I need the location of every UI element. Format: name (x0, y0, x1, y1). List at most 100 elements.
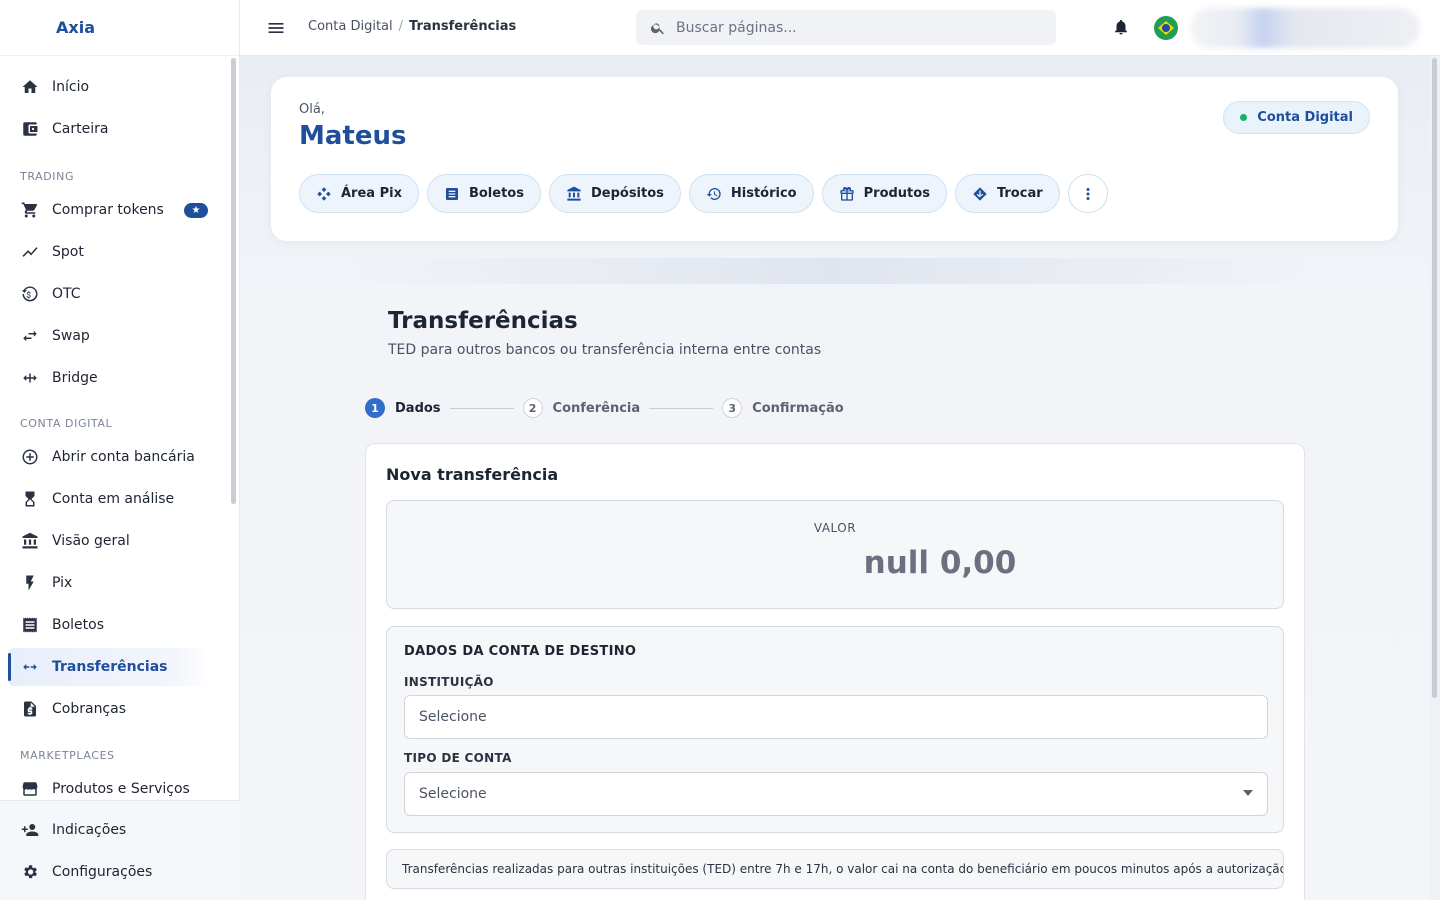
sidebar-item-cobrancas[interactable]: Cobranças (8, 690, 212, 728)
button-label: Produtos (863, 186, 930, 201)
page-title: Transferências (388, 308, 578, 334)
status-dot (1240, 114, 1248, 121)
cart-icon (20, 200, 40, 220)
sidebar-item-label: Conta em análise (52, 491, 175, 507)
sidebar-item-configuracoes[interactable]: Configurações (8, 853, 212, 891)
swap-arrows-icon (20, 326, 40, 346)
sidebar-item-transferencias[interactable]: Transferências (8, 648, 212, 686)
sidebar-item-label: Comprar tokens (52, 202, 164, 218)
value-label: VALOR (813, 521, 857, 535)
account-type-label: TIPO DE CONTA (404, 751, 512, 765)
more-vertical-icon (1086, 187, 1090, 200)
sidebar-item-boletos[interactable]: Boletos (8, 606, 212, 644)
sidebar-item-label: Carteira (52, 121, 109, 137)
produtos-button[interactable]: Produtos (821, 174, 947, 213)
sidebar-item-label: Visão geral (52, 533, 130, 549)
sidebar-item-label: Cobranças (52, 701, 127, 717)
sidebar-item-label: Swap (52, 328, 90, 344)
person-add-icon (20, 820, 40, 840)
step-label-conferencia: Conferência (552, 400, 641, 416)
sidebar-item-visao-geral[interactable]: Visão geral (8, 522, 212, 560)
area-pix-button[interactable]: Área Pix (299, 174, 419, 213)
exchange-icon (973, 186, 987, 201)
sidebar-item-label: Produtos e Serviços (52, 781, 190, 797)
breadcrumb-item[interactable]: Conta Digital (308, 19, 393, 34)
brand-logo[interactable]: Axia (0, 0, 239, 56)
button-label: Boletos (468, 186, 524, 201)
trend-icon (20, 242, 40, 262)
sidebar-item-label: OTC (52, 286, 81, 302)
sidebar-item-indicacoes[interactable]: Indicações (8, 811, 212, 849)
sidebar-item-bridge[interactable]: Bridge (8, 359, 212, 397)
sidebar-item-spot[interactable]: Spot (8, 233, 212, 271)
menu-icon[interactable] (266, 18, 286, 38)
bank-icon (567, 186, 581, 201)
sidebar-item-abrir-conta[interactable]: Abrir conta bancária (8, 438, 212, 476)
transfer-icon (20, 657, 40, 677)
boletos-button[interactable]: Boletos (426, 174, 541, 213)
account-status-badge[interactable]: Conta Digital (1223, 101, 1370, 134)
trocar-button[interactable]: Trocar (954, 174, 1060, 213)
receipt-icon (445, 187, 458, 200)
sidebar-scrollbar[interactable] (231, 58, 236, 504)
sidebar-item-label: Indicações (52, 822, 127, 838)
status-label: Conta Digital (1257, 110, 1353, 125)
step-label-dados: Dados (395, 400, 441, 416)
plus-circle-icon (20, 447, 40, 467)
button-label: Depósitos (590, 186, 664, 201)
bolt-icon (20, 573, 40, 593)
sidebar-item-conta-analise[interactable]: Conta em análise (8, 480, 212, 518)
sidebar-item-label: Pix (52, 575, 73, 591)
receipt-icon (20, 615, 40, 635)
section-title-marketplaces: MARKETPLACES (20, 749, 115, 762)
main-scrollbar[interactable] (1432, 58, 1437, 698)
value-amount[interactable]: null 0,00 (387, 545, 1283, 581)
wallet-icon (20, 119, 40, 139)
store-icon (20, 779, 40, 799)
sidebar-item-swap[interactable]: Swap (8, 317, 212, 355)
home-icon (20, 77, 40, 97)
user-name: Mateus (299, 121, 407, 151)
sidebar-item-label: Início (52, 79, 90, 95)
button-label: Trocar (996, 186, 1043, 201)
breadcrumb-current: Transferências (409, 19, 517, 34)
sidebar-item-produtos-servicos[interactable]: Produtos e Serviços (8, 770, 212, 800)
bell-icon[interactable] (1112, 18, 1132, 38)
brand-name: Axia (56, 18, 95, 37)
bridge-arrows-icon (20, 368, 40, 388)
value-box[interactable]: VALOR null 0,00 (386, 500, 1284, 609)
button-label: Área Pix (341, 186, 402, 201)
sidebar-item-comprar-tokens[interactable]: Comprar tokens ★ (8, 191, 212, 229)
button-label: Histórico (730, 186, 797, 201)
depositos-button[interactable]: Depósitos (548, 174, 681, 213)
user-menu[interactable] (1190, 8, 1420, 48)
sidebar-nav: Início Carteira TRADING Comprar tokens ★… (0, 56, 228, 800)
step-number: 1 (365, 398, 385, 418)
institution-input[interactable] (404, 695, 1268, 739)
topbar: Conta Digital / Transferências (240, 0, 1440, 56)
account-hero-card: Olá, Mateus Conta Digital Área Pix Bolet… (271, 77, 1398, 241)
star-badge: ★ (184, 202, 208, 218)
quick-actions: Área Pix Boletos Depósitos Histórico Pro… (299, 174, 1108, 213)
main-content: Olá, Mateus Conta Digital Área Pix Bolet… (240, 56, 1430, 900)
sidebar-item-label: Boletos (52, 617, 105, 633)
gear-icon (20, 862, 40, 882)
sidebar-item-otc[interactable]: OTC (8, 275, 212, 313)
sidebar-item-label: Transferências (52, 659, 168, 675)
sidebar-item-pix[interactable]: Pix (8, 564, 212, 602)
brazil-flag-icon[interactable] (1154, 16, 1178, 40)
pix-icon (317, 186, 331, 201)
historico-button[interactable]: Histórico (688, 174, 814, 213)
step-number: 3 (722, 398, 743, 418)
search-input[interactable] (676, 19, 1036, 36)
sidebar-item-inicio[interactable]: Início (8, 68, 212, 106)
sidebar: Axia Início Carteira TRADING Comprar tok… (0, 0, 240, 900)
account-type-select[interactable]: Selecione (404, 772, 1268, 816)
chevron-down-icon (1243, 790, 1253, 796)
transfer-form-card: Nova transferência VALOR null 0,00 DADOS… (365, 443, 1305, 900)
page-subtitle: TED para outros bancos ou transferência … (388, 342, 822, 358)
more-actions-button[interactable] (1067, 174, 1108, 213)
sidebar-item-carteira[interactable]: Carteira (8, 110, 212, 148)
search-box[interactable] (636, 10, 1056, 45)
sidebar-item-label: Abrir conta bancária (52, 449, 195, 465)
